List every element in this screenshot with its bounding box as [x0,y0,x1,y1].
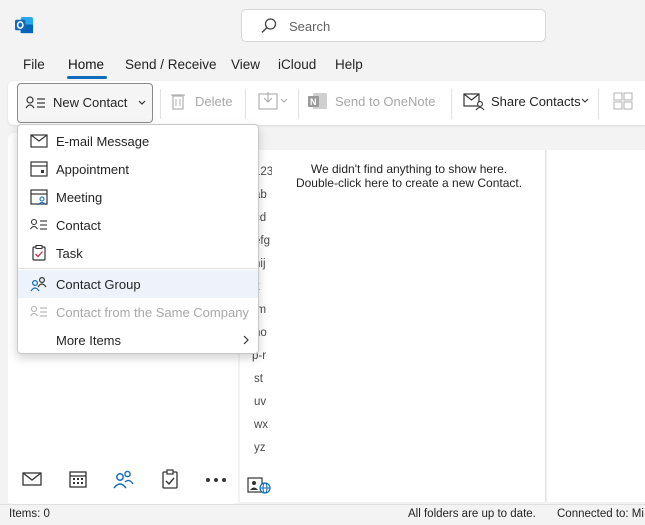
new-contact-label: New Contact [53,95,128,110]
contact-group-icon [30,276,47,292]
ribbon-divider [298,89,299,119]
people-icon[interactable] [112,468,134,490]
active-tab-indicator [67,76,107,79]
items-count: Items: 0 [9,508,50,520]
chevron-down-icon [581,98,589,103]
contact-card-icon [25,96,45,109]
trash-icon [171,94,185,110]
empty-message-line-1: We didn't find anything to show here. [310,162,508,176]
delete-button[interactable]: Delete [195,94,233,109]
status-bar: Items: 0 All folders are up to date. Con… [0,504,645,525]
search-icon [261,18,277,33]
connection-status[interactable]: Connected to: Mi [557,508,644,520]
title-bar: Search [0,0,645,50]
tab-file[interactable]: File [23,57,45,72]
chevron-right-icon [243,335,249,345]
menu-item-label: More Items [56,333,122,348]
menu-item-contact[interactable]: Contact [18,211,258,239]
move-icon[interactable] [258,91,288,111]
outlook-logo-icon [15,16,34,34]
new-items-dropdown: E-mail Message Appointment Meeting Conta… [17,124,259,354]
menu-item-more-items[interactable]: More Items [18,326,258,354]
chevron-down-icon [138,100,146,105]
menu-item-label: Contact [56,218,101,233]
view-layout-icon[interactable] [613,91,643,111]
more-icon[interactable] [205,477,227,483]
share-contacts-icon [463,93,485,111]
index-letter[interactable]: wx [254,419,268,431]
reading-pane [547,150,645,502]
ribbon-divider [451,89,452,119]
send-to-onenote-button[interactable]: Send to OneNote [335,94,435,109]
new-contact-button[interactable]: New Contact [17,83,153,123]
index-letter[interactable]: uv [254,396,266,408]
menu-item-contact-group[interactable]: Contact Group [18,270,258,298]
empty-list-message: We didn't find anything to show here. Do… [272,162,546,190]
index-letter[interactable]: st [254,373,263,385]
onenote-icon: N [308,93,327,109]
share-contacts-button[interactable]: Share Contacts [491,94,581,109]
calendar-icon [30,161,48,177]
menu-item-meeting[interactable]: Meeting [18,183,258,211]
menu-item-label: Meeting [56,190,103,205]
menu-item-label: E-mail Message [56,134,150,149]
meeting-icon [30,189,48,205]
tab-view[interactable]: View [231,57,260,72]
tab-send-receive[interactable]: Send / Receive [125,57,217,72]
ribbon-divider [598,89,599,119]
menu-item-appointment[interactable]: Appointment [18,155,258,183]
mail-icon [30,134,48,148]
ribbon-toolbar: New Contact Delete N Send to OneNote Sha… [8,81,645,125]
svg-text:N: N [310,97,317,107]
calendar-icon[interactable] [68,469,88,489]
tab-home[interactable]: Home [68,57,104,72]
tab-icloud[interactable]: iCloud [278,57,316,72]
menu-divider [18,268,258,269]
ribbon-divider [160,89,161,119]
contact-card-icon [30,305,47,317]
menu-item-contact-from-same-company[interactable]: Contact from the Same Company [18,298,258,326]
tab-help[interactable]: Help [335,57,363,72]
search-placeholder: Search [289,19,331,34]
search-input[interactable]: Search [241,9,546,42]
address-book-globe-icon[interactable] [247,475,271,495]
menu-item-task[interactable]: Task [18,239,258,267]
sync-status: All folders are up to date. [408,508,536,520]
index-letter[interactable]: yz [254,442,266,454]
menu-item-email-message[interactable]: E-mail Message [18,127,258,155]
navigation-bar [8,455,238,503]
mail-icon[interactable] [22,471,42,487]
menu-item-label: Contact from the Same Company [56,305,249,320]
contact-card-icon [30,218,47,230]
menu-item-label: Contact Group [56,277,141,292]
empty-message-line-2[interactable]: Double-click here to create a new Contac… [272,176,546,190]
ribbon-divider [245,89,246,119]
menu-item-label: Task [56,246,83,261]
task-icon [32,245,46,261]
menu-item-label: Appointment [56,162,129,177]
contact-list[interactable]: We didn't find anything to show here. Do… [272,150,546,502]
tasks-icon[interactable] [161,469,179,489]
